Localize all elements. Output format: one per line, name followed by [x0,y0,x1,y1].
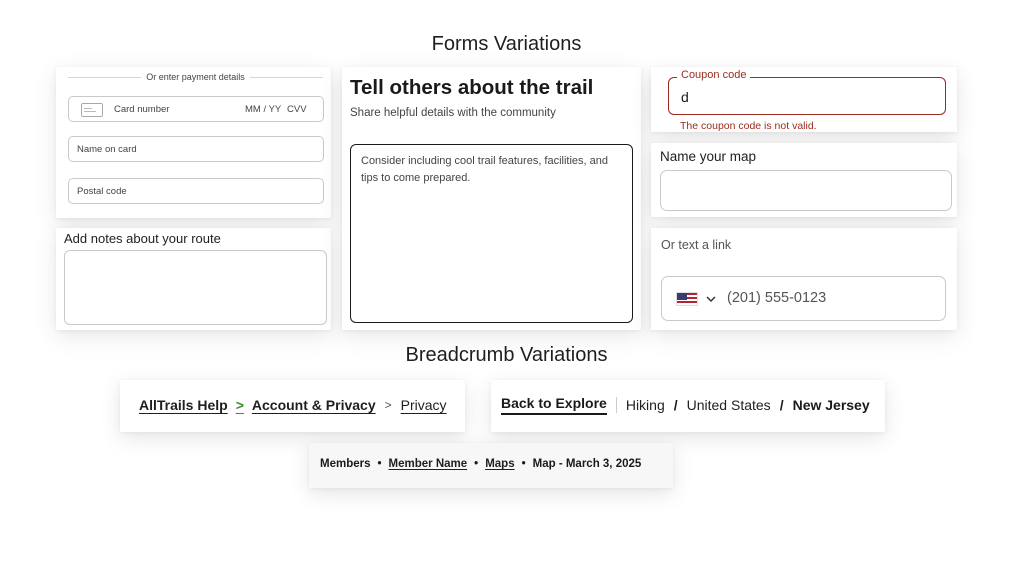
text-link-label: Or text a link [661,238,732,252]
coupon-value: d [681,89,689,105]
route-notes-textarea[interactable] [64,250,327,325]
breadcrumb-link-account-privacy[interactable]: Account & Privacy [252,397,376,413]
payment-form-card: Or enter payment details Card number MM … [56,67,331,218]
postal-code-placeholder: Postal code [77,186,127,197]
card-number-placeholder: Card number [114,104,170,115]
map-name-card: Name your map [651,143,957,217]
name-on-card-field[interactable]: Name on card [68,136,324,162]
credit-card-icon [81,103,103,117]
breadcrumb-link-member-name[interactable]: Member Name [389,458,468,470]
cvv-placeholder[interactable]: CVV [287,104,307,115]
forms-section-title: Forms Variations [431,33,582,55]
breadcrumb-link-alltrails-help[interactable]: AllTrails Help [139,397,228,413]
coupon-label: Coupon code [677,69,751,81]
breadcrumb-current-new-jersey: New Jersey [792,397,870,413]
chevron-down-icon [706,296,716,303]
breadcrumb-2: Back to Explore Hiking / United States /… [501,395,870,415]
breadcrumb-link-privacy[interactable]: Privacy [401,397,447,413]
text-link-card: Or text a link (201) 555-0123 [651,228,957,330]
breadcrumb-divider [615,397,617,413]
coupon-card: d Coupon code The coupon code is not val… [651,67,957,132]
breadcrumb-1: AllTrails Help > Account & Privacy > Pri… [139,397,447,413]
breadcrumb-section-title: Breadcrumb Variations [405,344,608,366]
us-flag-icon [676,292,698,306]
route-notes-label: Add notes about your route [64,231,221,246]
breadcrumb-bullet: • [474,458,479,470]
breadcrumb-3: Members • Member Name • Maps • Map - Mar… [320,458,641,470]
name-on-card-placeholder: Name on card [77,144,137,155]
back-to-explore-link[interactable]: Back to Explore [501,395,607,415]
breadcrumb-link-maps[interactable]: Maps [485,458,514,470]
phone-input[interactable]: (201) 555-0123 [661,276,946,321]
coupon-error-message: The coupon code is not valid. [680,120,817,132]
map-name-input[interactable] [660,170,952,211]
breadcrumb-card-3: Members • Member Name • Maps • Map - Mar… [309,443,673,488]
payment-divider-label: Or enter payment details [141,72,250,82]
breadcrumb-card-2: Back to Explore Hiking / United States /… [491,380,885,432]
route-notes-card: Add notes about your route [56,228,331,330]
country-selector[interactable] [676,291,720,307]
breadcrumb-separator-icon: > [384,398,392,412]
trail-review-heading: Tell others about the trail [350,76,594,99]
expiry-placeholder[interactable]: MM / YY [245,104,281,115]
breadcrumb-separator-icon: > [235,397,244,413]
card-number-field[interactable]: Card number MM / YY CVV [68,96,324,122]
breadcrumb-bullet: • [521,458,526,470]
phone-placeholder: (201) 555-0123 [727,290,827,306]
trail-review-placeholder: Consider including cool trail features, … [361,155,609,184]
breadcrumb-link-united-states[interactable]: United States [687,397,771,413]
coupon-input[interactable]: d [668,77,946,115]
trail-review-card: Tell others about the trail Share helpfu… [342,67,641,330]
breadcrumb-current-map: Map - March 3, 2025 [532,458,642,470]
breadcrumb-item-members: Members [320,458,371,470]
breadcrumb-card-1: AllTrails Help > Account & Privacy > Pri… [120,380,465,432]
breadcrumb-link-hiking[interactable]: Hiking [626,397,665,413]
trail-review-textarea[interactable]: Consider including cool trail features, … [350,144,633,323]
breadcrumb-separator: / [673,397,678,413]
breadcrumb-separator: / [779,397,784,413]
trail-review-subheading: Share helpful details with the community [350,107,556,119]
map-name-label: Name your map [660,149,757,164]
payment-divider-text: Or enter payment details [56,72,335,82]
postal-code-field[interactable]: Postal code [68,178,324,204]
breadcrumb-bullet: • [377,458,382,470]
